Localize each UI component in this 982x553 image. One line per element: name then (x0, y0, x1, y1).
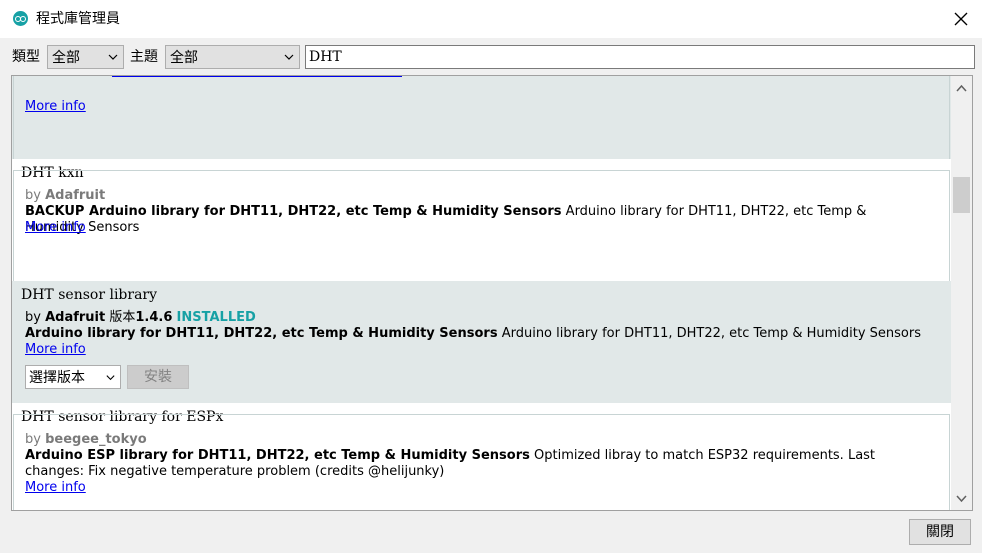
more-info-link[interactable]: More info (25, 220, 86, 236)
chevron-down-icon (106, 375, 115, 381)
scroll-down-icon[interactable] (955, 492, 968, 505)
title-bar: 程式庫管理員 (0, 0, 982, 38)
library-description: Arduino library for DHT11, DHT22, etc Te… (25, 326, 925, 342)
library-list: More info DHT kxn by Adafruit BACKUP Ard… (11, 75, 973, 511)
install-button[interactable]: 安裝 (127, 365, 189, 389)
arduino-icon (13, 11, 28, 26)
library-item[interactable]: DHT sensor library for ESPx by beegee_to… (12, 403, 951, 510)
library-byline: by Adafruit (25, 188, 105, 204)
library-byline: by beegee_tokyo (25, 432, 147, 448)
by-label: by (25, 310, 41, 325)
library-author: Adafruit (45, 310, 106, 325)
library-detail: Arduino library for DHT11, DHT22, etc Te… (501, 326, 922, 341)
library-byline: by Adafruit 版本1.4.6 INSTALLED (25, 310, 256, 326)
more-info-link[interactable]: More info (25, 480, 86, 496)
library-summary: BACKUP Arduino library for DHT11, DHT22,… (25, 204, 562, 219)
scrollbar-thumb[interactable] (953, 177, 970, 213)
search-input[interactable] (305, 45, 975, 69)
version-label: 版本 (109, 310, 136, 325)
library-description: Arduino ESP library for DHT11, DHT22, et… (25, 448, 925, 480)
window-title: 程式庫管理員 (36, 11, 120, 27)
close-icon[interactable] (950, 8, 972, 30)
library-item[interactable]: More info (12, 76, 951, 159)
library-author: Adafruit (45, 188, 106, 203)
type-select[interactable]: 全部 (47, 45, 124, 69)
link-fragment (112, 76, 402, 77)
topic-label: 主題 (130, 49, 158, 65)
more-info-link[interactable]: More info (25, 99, 86, 115)
library-item-selected[interactable]: DHT sensor library by Adafruit 版本1.4.6 I… (12, 281, 951, 403)
library-author: beegee_tokyo (45, 432, 147, 447)
library-description: BACKUP Arduino library for DHT11, DHT22,… (25, 204, 925, 236)
installed-badge: INSTALLED (176, 310, 256, 325)
topic-select[interactable]: 全部 (165, 45, 300, 69)
scroll-up-icon[interactable] (955, 82, 968, 95)
library-summary: Arduino library for DHT11, DHT22, etc Te… (25, 326, 498, 341)
topic-select-value: 全部 (170, 50, 198, 66)
type-select-value: 全部 (52, 50, 80, 66)
library-name: DHT sensor library (21, 287, 158, 303)
by-label: by (25, 432, 41, 447)
library-item[interactable]: DHT kxn by Adafruit BACKUP Arduino libra… (12, 159, 951, 281)
library-version: 1.4.6 (135, 310, 173, 325)
type-label: 類型 (12, 49, 40, 65)
by-label: by (25, 188, 41, 203)
vertical-scrollbar[interactable] (951, 76, 972, 510)
version-select[interactable]: 選擇版本 (25, 365, 121, 389)
chevron-down-icon (108, 54, 118, 60)
more-info-link[interactable]: More info (25, 342, 86, 358)
close-button[interactable]: 關閉 (909, 519, 971, 545)
version-select-value: 選擇版本 (29, 370, 85, 386)
chevron-down-icon (284, 54, 294, 60)
library-summary: Arduino ESP library for DHT11, DHT22, et… (25, 448, 530, 463)
item-frame (13, 76, 950, 159)
